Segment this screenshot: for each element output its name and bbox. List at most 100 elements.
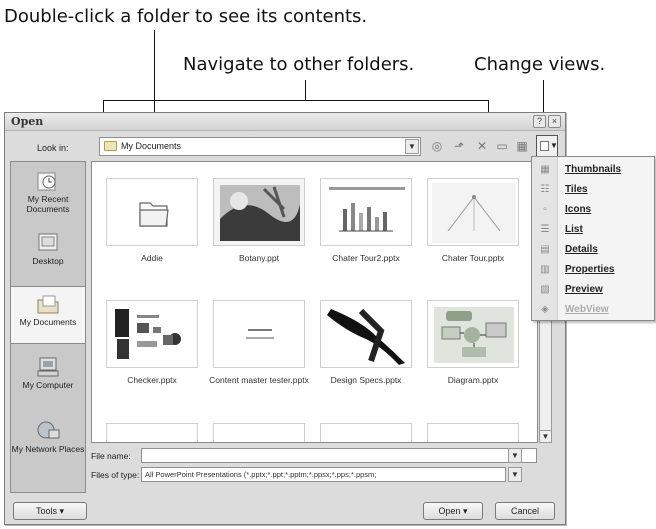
- title-bar: Open ? ×: [5, 113, 565, 131]
- menu-item-tiles[interactable]: ☷ Tiles: [532, 181, 654, 199]
- menu-item-icons[interactable]: ▫ Icons: [532, 201, 654, 219]
- preview-icon: ▧: [540, 284, 550, 295]
- menu-item-label: Properties: [565, 264, 615, 275]
- file-name-input[interactable]: [141, 448, 537, 463]
- file-name: Checker.pptx: [127, 375, 177, 385]
- place-my-network-places[interactable]: My Network Places: [11, 414, 85, 480]
- look-in-dropdown[interactable]: My Documents ▼: [99, 137, 421, 156]
- place-recent-documents[interactable]: My Recent Documents: [11, 164, 85, 222]
- file-thumbnail: [213, 178, 305, 246]
- places-bar: My Recent Documents Desktop My Documents…: [10, 161, 86, 493]
- open-button[interactable]: Open ▾: [423, 502, 483, 520]
- file-name: Diagram.pptx: [447, 375, 499, 385]
- file-name: Chater Tour2.pptx: [332, 253, 400, 263]
- chevron-down-icon: ▼: [550, 141, 558, 150]
- place-label: My Documents: [19, 317, 77, 327]
- tools-label: Tools: [35, 506, 57, 516]
- design-specs-slide-thumbnail: [327, 308, 405, 365]
- file-name: Design Specs.pptx: [330, 375, 402, 385]
- up-folder-button[interactable]: ⬏: [450, 137, 468, 156]
- list-icon: ☰: [540, 224, 550, 235]
- details-icon: ▤: [540, 244, 550, 255]
- file-thumbnail: [320, 178, 412, 246]
- files-of-type-label: Files of type:: [91, 470, 140, 480]
- place-label: My Network Places: [11, 444, 85, 454]
- webview-icon: ◈: [541, 304, 549, 315]
- files-of-type-dropdown[interactable]: ▼: [508, 467, 522, 482]
- new-folder-button[interactable]: ▭: [493, 137, 511, 156]
- file-name-label: File name:: [91, 451, 131, 461]
- tools-button[interactable]: Tools ▾: [13, 502, 87, 520]
- delete-button[interactable]: ✕: [473, 137, 491, 156]
- callout-change-views: Change views.: [474, 54, 606, 75]
- folder-icon: [139, 202, 169, 227]
- diagram-slide-thumbnail: [432, 183, 516, 243]
- scroll-down-arrow[interactable]: ▼: [540, 430, 551, 442]
- recent-documents-icon: [37, 172, 56, 191]
- help-button[interactable]: ?: [533, 115, 546, 128]
- file-thumbnail: [320, 300, 412, 368]
- menu-item-list[interactable]: ☰ List: [532, 221, 654, 239]
- menu-item-label: Icons: [565, 204, 592, 215]
- place-desktop[interactable]: Desktop: [11, 226, 85, 284]
- menu-item-label: Thumbnails: [565, 164, 622, 175]
- file-thumbnail: [106, 300, 198, 368]
- place-label: My Computer: [22, 380, 74, 390]
- thumbnails-icon: ▦: [540, 164, 550, 175]
- callout-line: [305, 80, 306, 100]
- desktop-icon: [38, 233, 58, 251]
- menu-item-webview: ◈ WebView: [532, 301, 654, 319]
- menu-item-properties[interactable]: ▥ Properties: [532, 261, 654, 279]
- back-button[interactable]: ◎: [428, 137, 446, 156]
- cancel-button[interactable]: Cancel: [495, 502, 555, 520]
- file-thumbnail: [106, 178, 198, 246]
- dialog-title: Open: [11, 115, 44, 128]
- properties-icon: ▥: [540, 264, 550, 275]
- menu-item-thumbnails[interactable]: ▦ Thumbnails: [532, 161, 654, 179]
- look-in-value: My Documents: [121, 141, 182, 151]
- file-thumbnail: [427, 423, 519, 442]
- botany-slide-thumbnail: [220, 185, 300, 241]
- file-name: Addie: [141, 253, 163, 263]
- icons-icon: ▫: [543, 204, 547, 215]
- menu-item-label: WebView: [565, 304, 609, 315]
- file-name: Chater Tour.pptx: [441, 253, 505, 263]
- menu-item-label: Details: [565, 244, 598, 255]
- place-label: My Recent Documents: [26, 194, 70, 214]
- file-list[interactable]: Addie Botany.ppt Chater Tour2.pptx Chate…: [91, 161, 538, 443]
- file-name-dropdown[interactable]: ▼: [508, 448, 522, 463]
- content-master-slide-thumbnail: [246, 329, 274, 339]
- network-places-icon: [37, 421, 60, 439]
- my-computer-icon: [37, 357, 59, 377]
- file-name: Botany.ppt: [238, 253, 279, 263]
- views-icon: [540, 141, 549, 151]
- callout-line: [103, 100, 489, 101]
- menu-item-label: Tiles: [565, 184, 588, 195]
- views-button[interactable]: ▼: [536, 135, 558, 157]
- tools-icon-button[interactable]: ▦: [513, 137, 531, 156]
- menu-item-preview[interactable]: ▧ Preview: [532, 281, 654, 299]
- file-thumbnail: [427, 300, 519, 368]
- files-of-type-select[interactable]: All PowerPoint Presentations (*.pptx;*.p…: [141, 467, 506, 482]
- place-label: Desktop: [32, 256, 64, 266]
- place-my-computer[interactable]: My Computer: [11, 350, 85, 408]
- tiles-icon: ☷: [540, 184, 550, 195]
- chart-slide-thumbnail: [329, 187, 405, 232]
- chevron-down-icon[interactable]: ▼: [405, 139, 419, 154]
- folder-icon: [104, 141, 117, 151]
- my-documents-icon: [37, 295, 59, 314]
- file-thumbnail: [213, 423, 305, 442]
- open-dialog: Open ? × Look in: My Documents ▼ ◎ ⬏ ✕ ▭…: [4, 112, 566, 525]
- menu-item-label: List: [565, 224, 583, 235]
- close-button[interactable]: ×: [548, 115, 561, 128]
- open-label: Open: [438, 506, 461, 516]
- file-thumbnail: [106, 423, 198, 442]
- callout-double-click: Double-click a folder to see its content…: [4, 6, 368, 27]
- file-thumbnail: [427, 178, 519, 246]
- checker-slide-thumbnail: [115, 309, 181, 359]
- look-in-label: Look in:: [37, 143, 69, 153]
- place-my-documents[interactable]: My Documents: [10, 286, 86, 344]
- callout-navigate: Navigate to other folders.: [183, 54, 415, 75]
- views-menu: ▦ Thumbnails ☷ Tiles ▫ Icons ☰ List ▤ De…: [531, 156, 655, 321]
- menu-item-details[interactable]: ▤ Details: [532, 241, 654, 259]
